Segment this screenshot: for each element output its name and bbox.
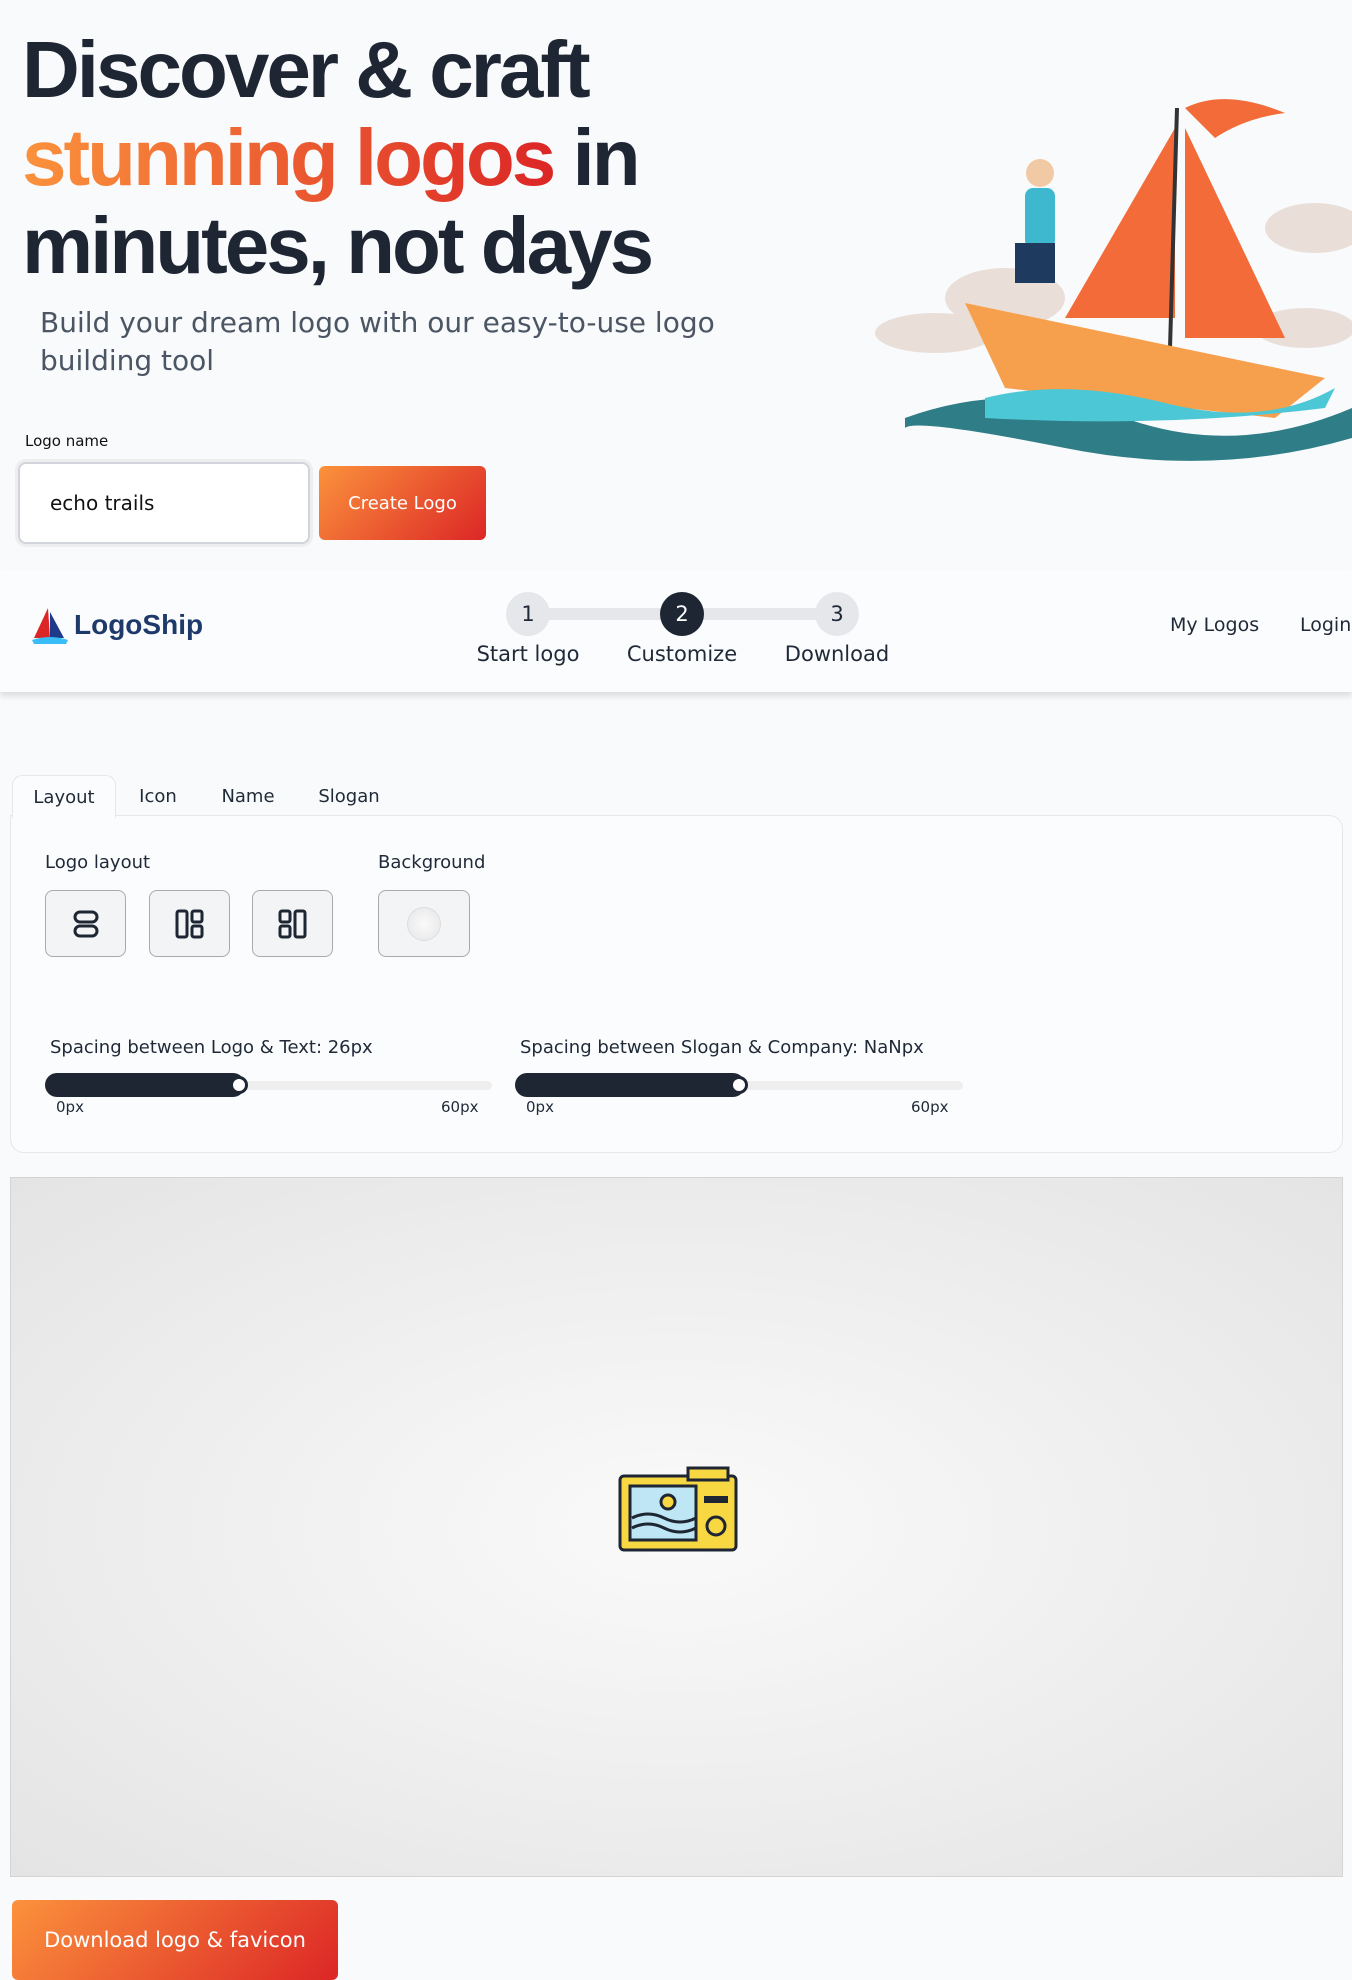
download-logo-button[interactable]: Download logo & favicon [12, 1900, 338, 1980]
slider-slogan-company[interactable] [515, 1073, 963, 1097]
slider2-max: 60px [911, 1098, 949, 1116]
logo-name-label: Logo name [25, 432, 109, 450]
layout-stacked-icon [73, 910, 98, 937]
nav-login[interactable]: Login [1300, 614, 1351, 636]
hero-title: Discover & craft stunning logos in minutes… [22, 25, 654, 290]
slider1-min: 0px [56, 1098, 84, 1116]
tab-slogan[interactable]: Slogan [312, 775, 386, 817]
tab-icon[interactable]: Icon [128, 775, 188, 817]
layout-panel [10, 815, 1343, 1153]
logo-layout-label: Logo layout [45, 852, 151, 873]
slider-handle[interactable] [229, 1076, 248, 1094]
background-label: Background [378, 852, 486, 873]
tab-layout[interactable]: Layout [12, 775, 116, 818]
slider-logo-text-label: Spacing between Logo & Text: 26px [50, 1037, 373, 1058]
step-2[interactable]: 2 [660, 592, 704, 636]
slider-logo-text[interactable] [45, 1073, 492, 1097]
layout-right-icon [278, 909, 306, 938]
layout-left-icon [175, 909, 203, 938]
step-3[interactable]: 3 [815, 592, 859, 636]
tab-name[interactable]: Name [212, 775, 284, 817]
background-color-button[interactable] [378, 890, 470, 957]
slider1-max: 60px [441, 1098, 479, 1116]
top-nav: LogoShip 1 2 3 Start logo Customize Down… [0, 570, 1352, 692]
logo-preview [10, 1177, 1343, 1877]
slider-slogan-company-label: Spacing between Slogan & Company: NaNpx [520, 1037, 924, 1058]
step-label-download: Download [784, 642, 890, 666]
logo-name-input[interactable] [18, 462, 310, 544]
color-swatch-icon [407, 906, 441, 941]
layout-right-icon-button[interactable] [252, 890, 333, 957]
slider2-min: 0px [526, 1098, 554, 1116]
brand-logo[interactable]: LogoShip [30, 604, 203, 646]
layout-left-icon-button[interactable] [149, 890, 230, 957]
sailboat-illustration [875, 99, 1352, 461]
hero-subtitle: Build your dream logo with our easy-to-u… [40, 306, 715, 377]
create-logo-button[interactable]: Create Logo [319, 466, 486, 540]
step-label-customize: Customize [626, 642, 738, 666]
layout-stacked-button[interactable] [45, 890, 126, 957]
camera-icon [618, 1466, 738, 1552]
nav-my-logos[interactable]: My Logos [1170, 614, 1259, 636]
slider-handle[interactable] [730, 1076, 748, 1094]
sailboat-logo-icon [32, 608, 68, 644]
step-1[interactable]: 1 [506, 592, 550, 636]
step-label-start: Start logo [476, 642, 580, 666]
